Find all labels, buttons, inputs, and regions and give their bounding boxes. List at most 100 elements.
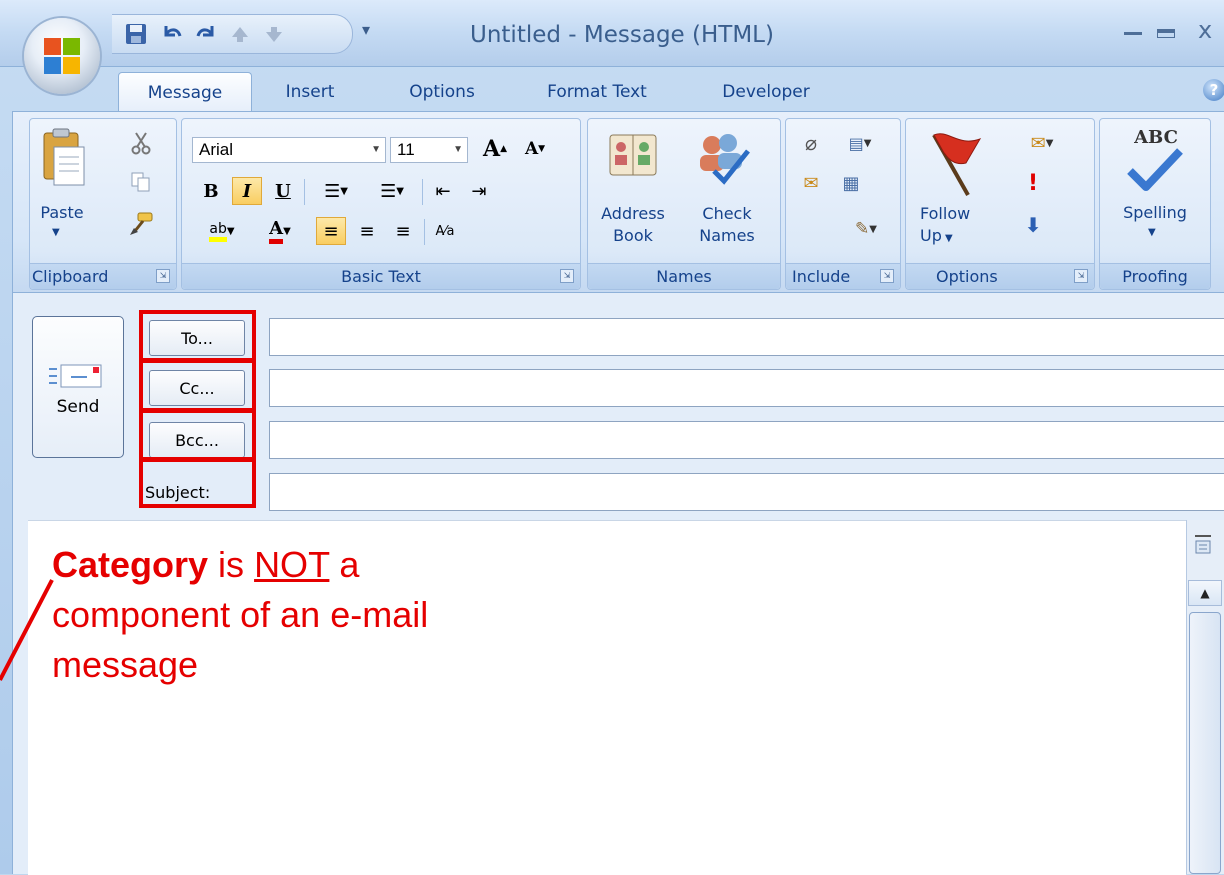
attach-file-icon[interactable]: ⌀ <box>796 129 826 157</box>
align-right-icon[interactable]: ≡ <box>388 217 418 245</box>
paste-icon[interactable] <box>40 127 86 189</box>
highlight-icon[interactable]: ab ▼ <box>196 217 248 245</box>
office-button[interactable] <box>24 18 100 94</box>
tab-developer[interactable]: Developer <box>700 72 832 112</box>
font-name-box[interactable]: Arial ▼ <box>192 137 386 163</box>
basic-text-group-label: Basic Text <box>182 263 580 289</box>
calendar-icon[interactable]: ▦ <box>836 169 866 197</box>
permission-icon[interactable]: ✉ ▼ <box>1018 129 1066 157</box>
font-color-icon[interactable]: A ▼ <box>254 217 306 245</box>
send-button[interactable]: Send <box>32 316 124 458</box>
font-name-value: Arial <box>199 140 234 159</box>
numbering-icon[interactable]: ☰ ▼ <box>366 177 418 205</box>
follow-up-flag-icon[interactable] <box>924 129 984 199</box>
tab-insert[interactable]: Insert <box>268 72 352 112</box>
font-dropdown-icon[interactable]: ▼ <box>371 138 381 162</box>
font-size-value: 11 <box>397 140 415 159</box>
attach-item-icon[interactable]: ✉ <box>796 169 826 197</box>
to-field[interactable] <box>269 318 1224 356</box>
spelling-label[interactable]: Spelling <box>1108 203 1202 222</box>
annotation-underlined: NOT <box>254 544 330 585</box>
highlight-box-cc <box>139 359 256 412</box>
help-icon[interactable]: ? <box>1203 79 1224 101</box>
address-book-label[interactable]: Address Book <box>596 203 670 247</box>
low-importance-icon[interactable]: ⬇ <box>1018 211 1048 239</box>
tab-message[interactable]: Message <box>118 72 252 113</box>
scroll-up-icon[interactable]: ▲ <box>1188 580 1222 606</box>
annotation-text: Category is NOT a component of an e-mail… <box>52 540 428 690</box>
send-label: Send <box>56 397 100 417</box>
align-left-icon[interactable]: ≡ <box>316 217 346 245</box>
copy-icon[interactable] <box>130 171 152 193</box>
clipboard-launcher-icon[interactable]: ⇲ <box>156 269 170 283</box>
ruler-toggle-icon[interactable] <box>1193 534 1213 556</box>
highlight-box-subject <box>139 458 256 508</box>
save-icon[interactable] <box>124 22 148 46</box>
business-card-icon[interactable]: ▤ ▼ <box>836 129 884 157</box>
ribbon: Paste ▼ Clipboard ⇲ Arial ▼ 11 ▼ A ▲ A ▼ B I… <box>12 111 1224 293</box>
separator <box>424 219 425 245</box>
minimize-button[interactable] <box>1124 32 1142 35</box>
bcc-field[interactable] <box>269 421 1224 459</box>
check-names-icon[interactable] <box>692 127 752 187</box>
annotation-line3: message <box>52 644 199 685</box>
separator <box>304 179 305 205</box>
address-book-icon[interactable] <box>606 129 660 183</box>
spelling-check-icon[interactable] <box>1124 147 1184 193</box>
maximize-button[interactable] <box>1157 29 1175 38</box>
check-names-label[interactable]: Check Names <box>690 203 764 247</box>
paste-dropdown-icon[interactable]: ▼ <box>52 227 60 238</box>
office-logo-icon <box>44 38 80 74</box>
bullets-icon[interactable]: ☰ ▼ <box>310 177 362 205</box>
customize-toolbar-icon[interactable]: ▾ <box>362 20 370 39</box>
vertical-scrollbar[interactable]: ▲ <box>1186 520 1224 874</box>
tab-format-text[interactable]: Format Text <box>532 72 662 112</box>
arrow-down-icon[interactable] <box>262 22 286 46</box>
window-title: Untitled - Message (HTML) <box>470 22 774 48</box>
follow-up-label[interactable]: Follow Up ▼ <box>920 203 990 250</box>
grow-font-icon[interactable]: A ▲ <box>480 135 510 163</box>
shrink-font-icon[interactable]: A ▼ <box>520 135 550 163</box>
cut-icon[interactable] <box>130 131 152 155</box>
proofing-group: ABC Spelling ▼ Proofing <box>1099 118 1211 290</box>
highlight-box-to <box>139 310 256 362</box>
font-size-box[interactable]: 11 ▼ <box>390 137 468 163</box>
redo-icon[interactable] <box>194 22 218 46</box>
basic-text-group: Arial ▼ 11 ▼ A ▲ A ▼ B I U ☰ ▼ ☰ ▼ ⇤ ⇥ ab ▼ A ▼ … <box>181 118 581 290</box>
basic-text-launcher-icon[interactable]: ⇲ <box>560 269 574 283</box>
options-group-label: Options <box>906 263 1094 289</box>
include-launcher-icon[interactable]: ⇲ <box>880 269 894 283</box>
names-group: Address Book Check Names Names <box>587 118 781 290</box>
cc-field[interactable] <box>269 369 1224 407</box>
paste-label[interactable]: Paste <box>36 203 88 222</box>
undo-icon[interactable] <box>160 22 184 46</box>
tab-options[interactable]: Options <box>392 72 492 112</box>
format-painter-icon[interactable] <box>128 211 154 237</box>
decrease-indent-icon[interactable]: ⇤ <box>428 177 458 205</box>
align-center-icon[interactable]: ≡ <box>352 217 382 245</box>
styles-icon[interactable]: A⁄a <box>430 217 460 245</box>
annotation-bold: Category <box>52 544 209 585</box>
highlight-box-bcc <box>139 409 256 461</box>
arrow-up-icon[interactable] <box>228 22 252 46</box>
underline-icon[interactable]: U <box>268 177 298 205</box>
annotation-rest: a <box>329 544 360 585</box>
high-importance-icon[interactable]: ! <box>1018 169 1048 197</box>
spelling-abc-icon[interactable]: ABC <box>1120 127 1192 148</box>
include-group: ⌀ ▤ ▼ ✉ ▦ ✎ ▼ Include ⇲ <box>785 118 901 290</box>
italic-icon[interactable]: I <box>232 177 262 205</box>
close-button[interactable]: x <box>1198 16 1212 44</box>
signature-icon[interactable]: ✎ ▼ <box>844 215 888 243</box>
proofing-group-label: Proofing <box>1100 263 1210 289</box>
scrollbar-thumb[interactable] <box>1189 612 1221 874</box>
clipboard-group: Paste ▼ Clipboard ⇲ <box>29 118 177 290</box>
names-group-label: Names <box>588 263 780 289</box>
spelling-dropdown-icon[interactable]: ▼ <box>1148 227 1156 238</box>
annotation-line2: component of an e-mail <box>52 594 429 635</box>
send-envelope-icon <box>49 364 102 388</box>
subject-field[interactable] <box>269 473 1224 511</box>
increase-indent-icon[interactable]: ⇥ <box>464 177 494 205</box>
bold-icon[interactable]: B <box>196 177 226 205</box>
font-size-dropdown-icon[interactable]: ▼ <box>453 138 463 162</box>
options-launcher-icon[interactable]: ⇲ <box>1074 269 1088 283</box>
